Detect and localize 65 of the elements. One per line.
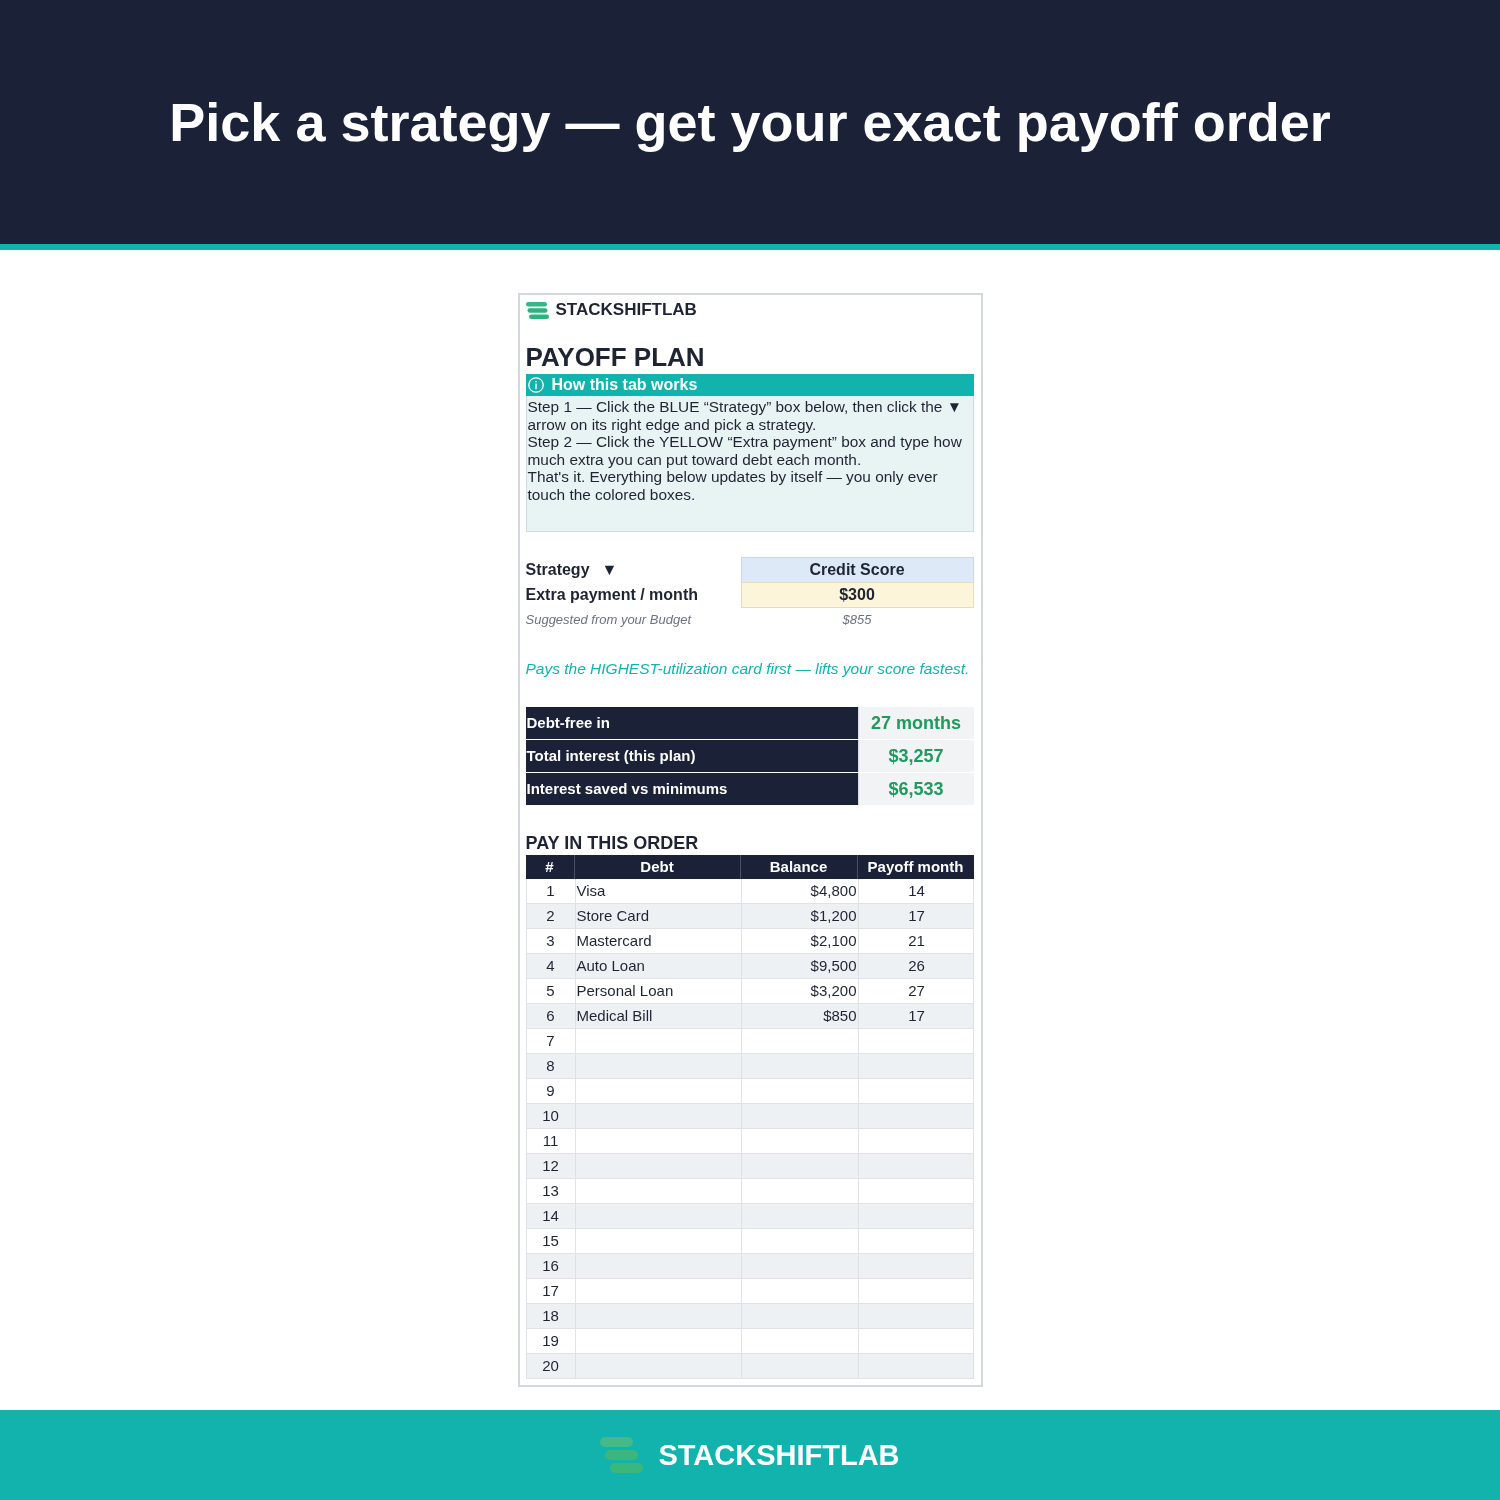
summary-value: $3,257 [857, 740, 974, 772]
table-cell: 10 [542, 1107, 559, 1125]
table-cell: 6 [546, 1007, 555, 1025]
table-cell: 11 [542, 1132, 559, 1150]
table-cell: Store Card [576, 907, 650, 925]
table-cell: Mastercard [576, 932, 652, 950]
strategy-description: Pays the HIGHEST-utilization card first — lifts your score fastest. [525, 660, 970, 678]
table-cell: $4,800 [810, 882, 857, 900]
info-icon [527, 377, 544, 393]
table-cell: 3 [546, 932, 555, 950]
table-cell: 13 [542, 1182, 559, 1200]
table-cell: 12 [542, 1157, 559, 1175]
summary-label: Debt-free in [525, 707, 858, 739]
table-cell: $2,100 [810, 932, 857, 950]
help-text: Step 2 — Click the YELLOW “Extra payment” box and type how much extra you can put toward debt each month. [527, 433, 963, 468]
table-cell: 19 [542, 1332, 559, 1350]
extra-payment-label: Extra payment / month [525, 585, 698, 605]
table-cell: $9,500 [810, 957, 857, 975]
table-cell: 17 [542, 1282, 559, 1300]
table-cell: 27 [908, 982, 925, 1000]
table-cell: 18 [542, 1307, 559, 1325]
table-cell: $850 [823, 1007, 857, 1025]
logo-icon [525, 301, 549, 319]
footer-brand-name: STACKSHIFTLAB [658, 1438, 900, 1472]
suggested-label: Suggested from your Budget [525, 612, 691, 628]
table-cell: 1 [546, 882, 555, 900]
table-cell: 5 [546, 982, 555, 1000]
table-cell: Medical Bill [576, 1007, 653, 1025]
summary-label: Interest saved vs minimums [525, 773, 858, 805]
help-heading: How this tab works [551, 375, 698, 395]
table-cell: 16 [542, 1257, 559, 1275]
table-cell: 21 [908, 932, 925, 950]
table-cell: Personal Loan [576, 982, 674, 1000]
footer-logo-icon [600, 1437, 644, 1473]
strategy-label: Strategy [525, 560, 590, 580]
section-title: PAY IN THIS ORDER [525, 832, 700, 854]
table-cell: 14 [908, 882, 925, 900]
table-cell: Visa [576, 882, 606, 900]
table-cell: $1,200 [810, 907, 857, 925]
summary-value: $6,533 [857, 773, 974, 805]
sheet-title: PAYOFF PLAN [525, 342, 706, 372]
help-text: That's it. Everything below updates by itself — you only ever touch the colored boxes. [527, 468, 939, 503]
page-title: Pick a strategy — get your exact payoff order [169, 91, 1331, 154]
dropdown-glyph: ▼ [601, 560, 618, 580]
suggested-amount: $855 [842, 612, 872, 628]
table-cell: 17 [908, 1007, 925, 1025]
table-cell: 15 [542, 1232, 559, 1250]
table-cell: $3,200 [810, 982, 857, 1000]
help-text: Step 1 — Click the BLUE “Strategy” box below, then click the ▼ arrow on its right edge and pick a strategy. [527, 398, 963, 433]
extra-payment-input[interactable]: $300 [740, 582, 974, 608]
table-cell: 4 [546, 957, 555, 975]
table-cell: 9 [546, 1082, 555, 1100]
brand-name: STACKSHIFTLAB [555, 300, 697, 320]
strategy-dropdown[interactable]: Credit Score [740, 557, 974, 583]
table-cell: 14 [542, 1207, 559, 1225]
table-cell: 20 [542, 1357, 559, 1375]
table-cell: Auto Loan [576, 957, 645, 975]
table-cell: 17 [908, 907, 925, 925]
table-cell: 26 [908, 957, 925, 975]
table-cell: 7 [546, 1032, 555, 1050]
table-cell: 8 [546, 1057, 555, 1075]
table-cell: 2 [546, 907, 555, 925]
summary-label: Total interest (this plan) [525, 740, 858, 772]
summary-value: 27 months [857, 707, 974, 739]
column-header: Payoff month [866, 856, 965, 877]
